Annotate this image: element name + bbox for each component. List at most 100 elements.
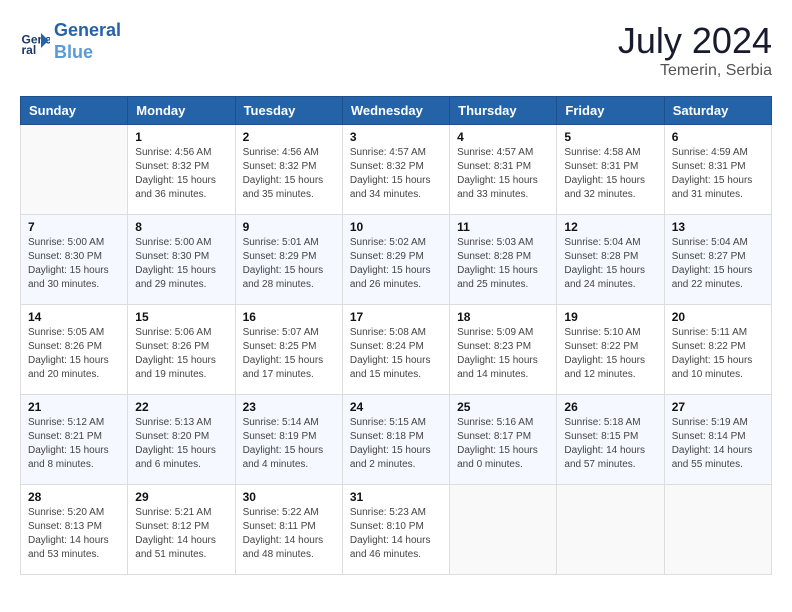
day-info: Sunrise: 5:11 AM Sunset: 8:22 PM Dayligh…: [672, 326, 764, 382]
header-sunday: Sunday: [21, 97, 128, 125]
day-info: Sunrise: 4:57 AM Sunset: 8:32 PM Dayligh…: [350, 146, 442, 202]
header-thursday: Thursday: [450, 97, 557, 125]
calendar-cell: 23 Sunrise: 5:14 AM Sunset: 8:19 PM Dayli…: [235, 395, 342, 485]
day-number: 2: [243, 130, 335, 144]
day-info: Sunrise: 5:01 AM Sunset: 8:29 PM Dayligh…: [243, 236, 335, 292]
week-row-2: 7 Sunrise: 5:00 AM Sunset: 8:30 PM Daylig…: [21, 215, 772, 305]
week-row-4: 21 Sunrise: 5:12 AM Sunset: 8:21 PM Dayli…: [21, 395, 772, 485]
day-number: 1: [135, 130, 227, 144]
calendar-cell: 6 Sunrise: 4:59 AM Sunset: 8:31 PM Daylig…: [664, 125, 771, 215]
calendar-cell: 9 Sunrise: 5:01 AM Sunset: 8:29 PM Daylig…: [235, 215, 342, 305]
calendar-cell: [450, 485, 557, 575]
day-number: 28: [28, 490, 120, 504]
calendar-cell: 30Sunrise: 5:22 AM Sunset: 8:11 PM Dayli…: [235, 485, 342, 575]
day-info: Sunrise: 5:09 AM Sunset: 8:23 PM Dayligh…: [457, 326, 549, 382]
title-block: July 2024 Temerin, Serbia: [618, 20, 772, 80]
day-info: Sunrise: 5:04 AM Sunset: 8:27 PM Dayligh…: [672, 236, 764, 292]
calendar-cell: 16Sunrise: 5:07 AM Sunset: 8:25 PM Dayli…: [235, 305, 342, 395]
calendar-cell: 12 Sunrise: 5:04 AM Sunset: 8:28 PM Dayli…: [557, 215, 664, 305]
day-number: 8: [135, 220, 227, 234]
day-number: 18: [457, 310, 549, 324]
page-header: Gene ral GeneralBlue July 2024 Temerin, …: [20, 20, 772, 80]
day-number: 9: [243, 220, 335, 234]
day-info: Sunrise: 5:16 AM Sunset: 8:17 PM Dayligh…: [457, 416, 549, 472]
day-info: Sunrise: 5:14 AM Sunset: 8:19 PM Dayligh…: [243, 416, 335, 472]
day-info: Sunrise: 5:00 AM Sunset: 8:30 PM Dayligh…: [135, 236, 227, 292]
day-number: 19: [564, 310, 656, 324]
day-info: Sunrise: 5:18 AM Sunset: 8:15 PM Dayligh…: [564, 416, 656, 472]
day-info: Sunrise: 5:19 AM Sunset: 8:14 PM Dayligh…: [672, 416, 764, 472]
day-number: 13: [672, 220, 764, 234]
calendar-cell: 2 Sunrise: 4:56 AM Sunset: 8:32 PM Daylig…: [235, 125, 342, 215]
day-info: Sunrise: 4:59 AM Sunset: 8:31 PM Dayligh…: [672, 146, 764, 202]
day-number: 14: [28, 310, 120, 324]
calendar-cell: 17 Sunrise: 5:08 AM Sunset: 8:24 PM Dayli…: [342, 305, 449, 395]
day-info: Sunrise: 5:10 AM Sunset: 8:22 PM Dayligh…: [564, 326, 656, 382]
day-number: 27: [672, 400, 764, 414]
day-info: Sunrise: 4:56 AM Sunset: 8:32 PM Dayligh…: [135, 146, 227, 202]
logo-icon: Gene ral: [20, 27, 50, 57]
calendar-cell: 15 Sunrise: 5:06 AM Sunset: 8:26 PM Dayli…: [128, 305, 235, 395]
main-title: July 2024: [618, 20, 772, 62]
calendar-cell: 19 Sunrise: 5:10 AM Sunset: 8:22 PM Dayli…: [557, 305, 664, 395]
day-number: 25: [457, 400, 549, 414]
calendar-cell: 11Sunrise: 5:03 AM Sunset: 8:28 PM Dayli…: [450, 215, 557, 305]
day-info: Sunrise: 4:57 AM Sunset: 8:31 PM Dayligh…: [457, 146, 549, 202]
header-saturday: Saturday: [664, 97, 771, 125]
day-number: 6: [672, 130, 764, 144]
day-info: Sunrise: 5:06 AM Sunset: 8:26 PM Dayligh…: [135, 326, 227, 382]
day-info: Sunrise: 5:03 AM Sunset: 8:28 PM Dayligh…: [457, 236, 549, 292]
day-number: 22: [135, 400, 227, 414]
day-info: Sunrise: 5:00 AM Sunset: 8:30 PM Dayligh…: [28, 236, 120, 292]
day-info: Sunrise: 5:13 AM Sunset: 8:20 PM Dayligh…: [135, 416, 227, 472]
calendar-cell: [557, 485, 664, 575]
day-info: Sunrise: 5:07 AM Sunset: 8:25 PM Dayligh…: [243, 326, 335, 382]
header-monday: Monday: [128, 97, 235, 125]
day-number: 15: [135, 310, 227, 324]
day-info: Sunrise: 5:04 AM Sunset: 8:28 PM Dayligh…: [564, 236, 656, 292]
day-number: 31: [350, 490, 442, 504]
day-number: 12: [564, 220, 656, 234]
svg-text:ral: ral: [22, 43, 37, 57]
calendar-cell: 29 Sunrise: 5:21 AM Sunset: 8:12 PM Dayli…: [128, 485, 235, 575]
calendar-cell: 7 Sunrise: 5:00 AM Sunset: 8:30 PM Daylig…: [21, 215, 128, 305]
calendar-cell: 24 Sunrise: 5:15 AM Sunset: 8:18 PM Dayli…: [342, 395, 449, 485]
calendar-cell: 13 Sunrise: 5:04 AM Sunset: 8:27 PM Dayli…: [664, 215, 771, 305]
calendar-cell: 14 Sunrise: 5:05 AM Sunset: 8:26 PM Dayli…: [21, 305, 128, 395]
header-wednesday: Wednesday: [342, 97, 449, 125]
day-number: 17: [350, 310, 442, 324]
day-info: Sunrise: 5:21 AM Sunset: 8:12 PM Dayligh…: [135, 506, 227, 562]
day-number: 4: [457, 130, 549, 144]
calendar-cell: 8 Sunrise: 5:00 AM Sunset: 8:30 PM Daylig…: [128, 215, 235, 305]
day-info: Sunrise: 4:58 AM Sunset: 8:31 PM Dayligh…: [564, 146, 656, 202]
logo: Gene ral GeneralBlue: [20, 20, 121, 63]
day-number: 7: [28, 220, 120, 234]
subtitle: Temerin, Serbia: [618, 62, 772, 80]
calendar-cell: 31Sunrise: 5:23 AM Sunset: 8:10 PM Dayli…: [342, 485, 449, 575]
day-number: 26: [564, 400, 656, 414]
calendar-cell: 10Sunrise: 5:02 AM Sunset: 8:29 PM Dayli…: [342, 215, 449, 305]
day-info: Sunrise: 5:22 AM Sunset: 8:11 PM Dayligh…: [243, 506, 335, 562]
week-row-5: 28Sunrise: 5:20 AM Sunset: 8:13 PM Dayli…: [21, 485, 772, 575]
calendar-cell: 20Sunrise: 5:11 AM Sunset: 8:22 PM Dayli…: [664, 305, 771, 395]
calendar-cell: 18 Sunrise: 5:09 AM Sunset: 8:23 PM Dayli…: [450, 305, 557, 395]
day-info: Sunrise: 5:02 AM Sunset: 8:29 PM Dayligh…: [350, 236, 442, 292]
calendar-cell: 27 Sunrise: 5:19 AM Sunset: 8:14 PM Dayli…: [664, 395, 771, 485]
day-number: 21: [28, 400, 120, 414]
header-friday: Friday: [557, 97, 664, 125]
calendar-cell: 3Sunrise: 4:57 AM Sunset: 8:32 PM Daylig…: [342, 125, 449, 215]
day-info: Sunrise: 4:56 AM Sunset: 8:32 PM Dayligh…: [243, 146, 335, 202]
day-info: Sunrise: 5:15 AM Sunset: 8:18 PM Dayligh…: [350, 416, 442, 472]
calendar-table: SundayMondayTuesdayWednesdayThursdayFrid…: [20, 96, 772, 575]
calendar-cell: 5Sunrise: 4:58 AM Sunset: 8:31 PM Daylig…: [557, 125, 664, 215]
calendar-cell: 26 Sunrise: 5:18 AM Sunset: 8:15 PM Dayli…: [557, 395, 664, 485]
day-info: Sunrise: 5:12 AM Sunset: 8:21 PM Dayligh…: [28, 416, 120, 472]
calendar-cell: 4 Sunrise: 4:57 AM Sunset: 8:31 PM Daylig…: [450, 125, 557, 215]
weekday-header-row: SundayMondayTuesdayWednesdayThursdayFrid…: [21, 97, 772, 125]
day-number: 24: [350, 400, 442, 414]
day-info: Sunrise: 5:08 AM Sunset: 8:24 PM Dayligh…: [350, 326, 442, 382]
day-number: 29: [135, 490, 227, 504]
week-row-1: 1 Sunrise: 4:56 AM Sunset: 8:32 PM Daylig…: [21, 125, 772, 215]
day-info: Sunrise: 5:05 AM Sunset: 8:26 PM Dayligh…: [28, 326, 120, 382]
day-number: 23: [243, 400, 335, 414]
